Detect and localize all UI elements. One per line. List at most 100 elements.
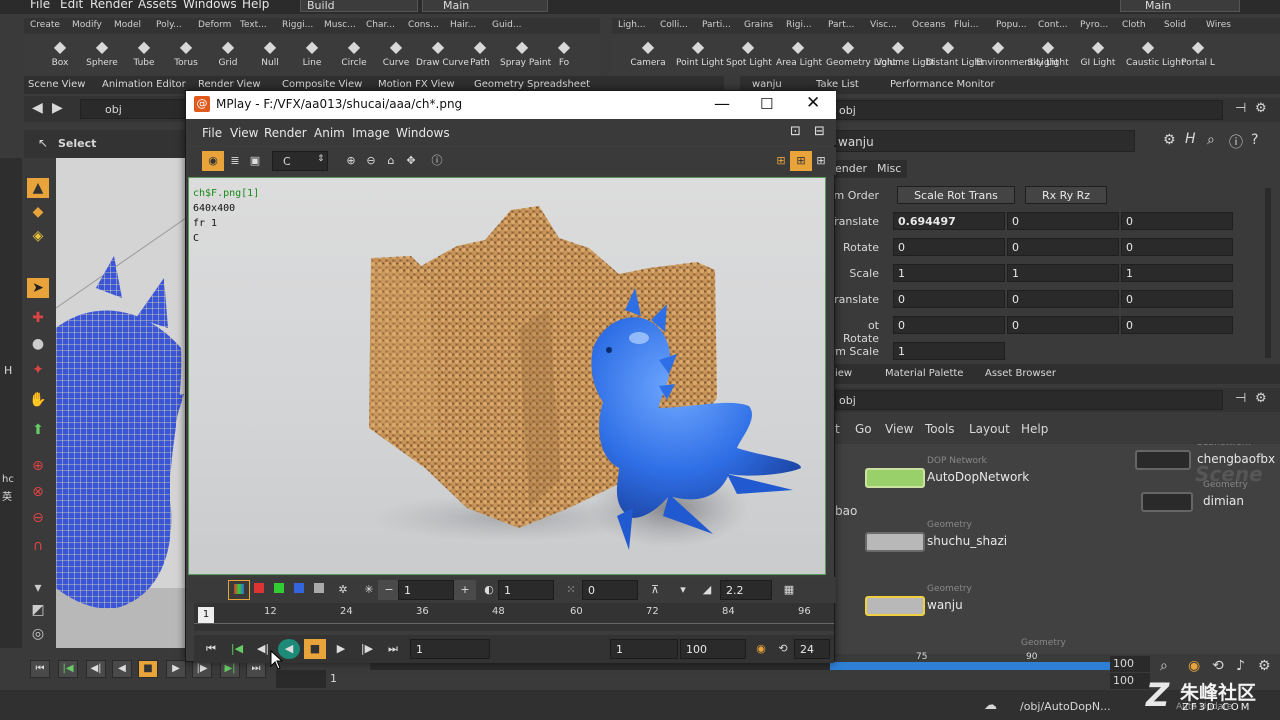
- main-desktop-select-right[interactable]: Main: [1120, 0, 1240, 12]
- play-icon[interactable]: ▶: [166, 660, 186, 678]
- gamma-icon[interactable]: ◢: [696, 580, 718, 600]
- chevron-down-icon[interactable]: ▾: [27, 578, 49, 598]
- view-mode-icon[interactable]: ◉: [202, 151, 224, 171]
- menu-help[interactable]: Help: [242, 0, 269, 11]
- shelf-tool[interactable]: ◆ Null: [248, 36, 292, 74]
- shelf-tab[interactable]: Colli...: [660, 20, 688, 30]
- param-field[interactable]: 0: [1007, 212, 1119, 230]
- shelf-tool[interactable]: ◆ Draw Curve: [416, 36, 469, 74]
- shelf-tool[interactable]: ◆ Sky Light: [1026, 36, 1070, 74]
- shelf-tab[interactable]: Hair...: [450, 20, 476, 30]
- settings-icon[interactable]: ⚙: [1258, 658, 1271, 674]
- tile-icon[interactable]: ⊞: [810, 151, 832, 171]
- shelf-tab[interactable]: Poly...: [156, 20, 182, 30]
- menu-file[interactable]: File: [30, 0, 50, 11]
- shelf-tab[interactable]: Deform: [198, 20, 231, 30]
- param-field[interactable]: 0: [1121, 290, 1233, 308]
- shelf-tool[interactable]: ◆ Torus: [164, 36, 208, 74]
- minimize-icon[interactable]: —: [714, 94, 730, 113]
- snapshot-icon[interactable]: ⊡: [790, 124, 801, 139]
- shelf-tab[interactable]: Wires: [1206, 20, 1231, 30]
- gear-icon-net[interactable]: ⚙: [1255, 391, 1267, 406]
- shelf-tab[interactable]: Parti...: [702, 20, 731, 30]
- shelf-tool[interactable]: ◆ Caustic Light: [1126, 36, 1185, 74]
- pose-tool-icon[interactable]: ●: [27, 334, 49, 354]
- param-field[interactable]: 0: [1007, 238, 1119, 256]
- green-channel-icon[interactable]: [268, 580, 290, 600]
- loop-icon[interactable]: ⟲: [772, 639, 794, 659]
- home-icon[interactable]: ⌂: [380, 151, 402, 171]
- offset-field[interactable]: 0: [582, 580, 638, 600]
- render-region-icon[interactable]: ◩: [27, 600, 49, 620]
- node-name-field[interactable]: wanju: [835, 130, 1135, 152]
- shelf-tab[interactable]: Rigi...: [786, 20, 812, 30]
- info-icon[interactable]: ⓘ: [426, 151, 448, 171]
- step-back-icon[interactable]: ◀|: [86, 660, 106, 678]
- shelf-tool[interactable]: ◆ Path: [458, 36, 502, 74]
- shelf-tool[interactable]: ◆ Grid: [206, 36, 250, 74]
- shelf-tool[interactable]: ◆ Environment Light: [976, 36, 1059, 74]
- lut-icon[interactable]: ▦: [778, 580, 800, 600]
- param-field[interactable]: 0: [1007, 316, 1119, 334]
- menu-windows[interactable]: Windows: [183, 0, 237, 11]
- shelf-tool[interactable]: ◆ Tube: [122, 36, 166, 74]
- plus-icon[interactable]: +: [454, 580, 476, 600]
- display-icon[interactable]: ▣: [244, 151, 266, 171]
- offset-icon[interactable]: ⁙: [560, 580, 582, 600]
- shelf-tab[interactable]: Char...: [366, 20, 395, 30]
- help-h-icon[interactable]: H: [1185, 131, 1196, 147]
- network-editor[interactable]: Scene bao DOP Network AutoDopNetwork Geo…: [835, 444, 1280, 654]
- dropdown-icon[interactable]: ▾: [672, 580, 694, 600]
- shelf-tool[interactable]: ◆ Portal L: [1176, 36, 1220, 74]
- back-arrow-icon[interactable]: ◀: [32, 100, 43, 116]
- pane-tab[interactable]: wanju: [752, 79, 782, 90]
- shelf-tool[interactable]: ◆ Box: [38, 36, 82, 74]
- shelf-tab[interactable]: Musc...: [324, 20, 356, 30]
- network-path-field[interactable]: obj: [835, 390, 1223, 410]
- jump-end-icon[interactable]: ⏭: [382, 639, 404, 659]
- shelf-tab[interactable]: Text...: [240, 20, 267, 30]
- shelf-tool[interactable]: ◆ Volume Light: [876, 36, 935, 74]
- param-field[interactable]: 0: [1121, 238, 1233, 256]
- param-field[interactable]: 0: [893, 290, 1005, 308]
- path-field-left[interactable]: obj: [80, 99, 200, 119]
- timeline-current-marker[interactable]: 1: [198, 607, 214, 623]
- pane-tab[interactable]: Geometry Spreadsheet: [474, 79, 590, 90]
- end-frame-field-1[interactable]: 100: [1110, 656, 1150, 672]
- end-frame-field-2[interactable]: 100: [1110, 673, 1150, 689]
- window-icon[interactable]: ⊟: [814, 124, 825, 139]
- network-tab[interactable]: Asset Browser: [985, 368, 1056, 379]
- exposure-icon[interactable]: ✳: [358, 580, 380, 600]
- param-field[interactable]: 1: [893, 264, 1005, 282]
- mplay-timeline[interactable]: 1 12 24 36 48 60 72 84 96: [194, 603, 834, 631]
- pane-tab[interactable]: Animation Editor: [102, 79, 186, 90]
- mplay-menu-view[interactable]: View: [230, 126, 258, 140]
- grid-view-icon[interactable]: ⊞: [790, 151, 812, 171]
- shelf-tab[interactable]: Flui...: [954, 20, 978, 30]
- param-field[interactable]: 1: [1007, 264, 1119, 282]
- fps-field[interactable]: 24: [794, 639, 830, 659]
- select-tool-icon[interactable]: ▲: [27, 178, 49, 198]
- pointer-tool-icon[interactable]: ➤: [27, 278, 49, 298]
- pane-tab[interactable]: Performance Monitor: [890, 79, 995, 90]
- realtime-icon[interactable]: ◉: [1188, 658, 1200, 674]
- snap-point-icon[interactable]: ⊖: [27, 508, 49, 528]
- camera-view-icon[interactable]: ◎: [27, 624, 49, 644]
- param-field[interactable]: 0: [1121, 212, 1233, 230]
- network-menu-item[interactable]: t: [835, 422, 840, 436]
- audio-icon[interactable]: ♪: [1236, 658, 1245, 674]
- pane-tab[interactable]: Take List: [816, 79, 859, 90]
- shelf-tab[interactable]: Guid...: [492, 20, 521, 30]
- param-field[interactable]: 1: [893, 342, 1005, 360]
- pan-icon[interactable]: ✥: [400, 151, 422, 171]
- current-frame-field[interactable]: 1: [410, 639, 490, 659]
- jump-start-icon[interactable]: ⏮: [200, 639, 222, 659]
- rgb-all-icon[interactable]: [228, 580, 250, 600]
- network-menu-item[interactable]: View: [885, 422, 913, 436]
- shelf-tool[interactable]: ◆ Spray Paint: [500, 36, 551, 74]
- shelf-tab[interactable]: Cons...: [408, 20, 439, 30]
- network-tab[interactable]: iew: [835, 368, 852, 379]
- menu-assets[interactable]: Assets: [138, 0, 177, 11]
- pin-icon[interactable]: ⊣: [1235, 101, 1246, 116]
- network-tab[interactable]: Material Palette: [885, 368, 963, 379]
